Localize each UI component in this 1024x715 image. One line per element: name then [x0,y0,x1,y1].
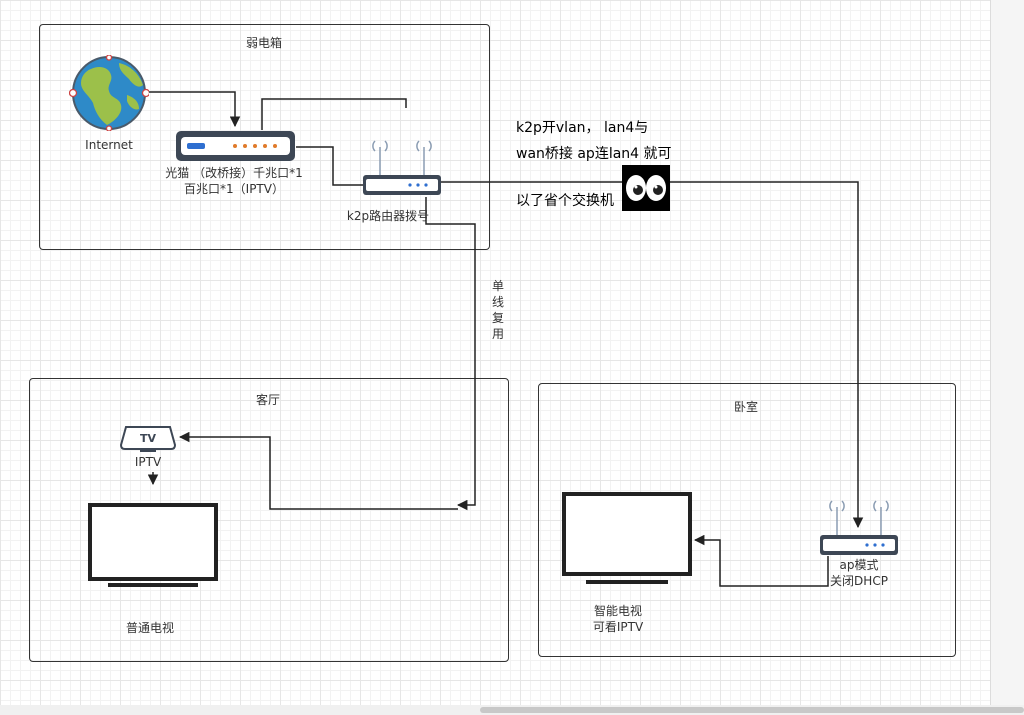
single-wire-label-2: 线 [492,295,505,309]
note-line1: k2p开vlan， lan4与 [516,120,649,136]
edge-living-room-iptv[interactable] [178,431,458,510]
note-line2: wan桥接 ap连lan4 就可 [516,146,672,162]
smart-tv-label-line1: 智能电视 [593,604,643,618]
smart-tv-label-line2: 可看IPTV [592,620,644,634]
edge-internet-modem[interactable] [148,91,241,128]
edge-router-bedroom-ap[interactable] [441,181,864,529]
normal-tv-label: 普通电视 [125,621,175,635]
smart-tv-icon[interactable] [562,492,692,588]
single-wire-label-1: 单 [492,279,505,293]
single-wire-label-3: 复 [492,311,505,325]
edge-ap-smart-tv[interactable] [693,534,829,587]
single-wire-label-4: 用 [492,327,505,341]
edge-modem-router[interactable] [296,146,364,186]
edge-router-living-room[interactable] [425,197,476,511]
note-line3: 以了省个交换机 [516,193,614,209]
globe-icon[interactable] [68,54,151,132]
router-icon[interactable] [362,135,442,197]
eyes-emoji-icon [622,165,670,211]
modem-icon[interactable] [175,130,296,162]
edge-modem-top-line[interactable] [261,98,407,130]
tv-icon[interactable] [88,503,218,589]
tv-box-icon[interactable]: TV [119,425,177,453]
ap-label-line1: ap模式 [839,558,879,572]
ap-label-line2: 关闭DHCP [830,574,888,588]
router-label: k2p路由器拨号 [346,209,430,223]
scrollbar-thumb[interactable] [480,707,1024,713]
ap-router-icon[interactable] [819,495,899,557]
tv-box-icon-text: TV [140,432,157,445]
horizontal-scrollbar[interactable] [0,705,1024,715]
modem-label-line1: 光猫 （改桥接）千兆口*1 [165,166,303,180]
modem-label-line2: 百兆口*1（IPTV） [184,182,284,196]
iptv-label: IPTV [134,455,162,469]
side-panel [990,0,1024,705]
internet-label: Internet [85,138,133,152]
